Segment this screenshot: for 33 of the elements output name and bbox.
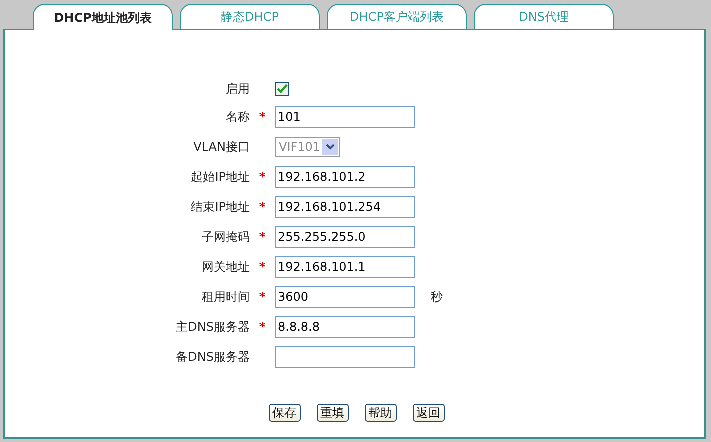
- form-button[interactable]: 保存: [268, 404, 300, 422]
- required-mark: *: [259, 169, 266, 186]
- input-field[interactable]: [275, 346, 415, 368]
- field-label: 备DNS服务器: [176, 349, 250, 366]
- field-label: 网关地址: [202, 259, 250, 276]
- unit-label: 秒: [431, 289, 443, 306]
- input-field[interactable]: 255.255.255.0: [275, 226, 415, 248]
- caret-icon: [322, 139, 338, 155]
- field-label: 起始IP地址: [191, 169, 250, 186]
- tab[interactable]: DHCP地址池列表: [33, 4, 173, 30]
- field-label: 结束IP地址: [191, 199, 250, 216]
- field-label: 启用: [226, 81, 250, 98]
- checkbox[interactable]: [275, 82, 289, 96]
- input-field[interactable]: 8.8.8.8: [275, 316, 415, 338]
- form-button[interactable]: 返回: [412, 404, 444, 422]
- required-mark: *: [259, 199, 266, 216]
- required-mark: *: [259, 319, 266, 336]
- required-mark: *: [259, 289, 266, 306]
- input-field[interactable]: 192.168.101.254: [275, 196, 415, 218]
- form-button[interactable]: 重填: [316, 404, 348, 422]
- field-label: 子网掩码: [202, 229, 250, 246]
- input-field[interactable]: 3600: [275, 286, 415, 308]
- required-mark: *: [259, 229, 266, 246]
- input-field[interactable]: 192.168.101.1: [275, 256, 415, 278]
- input-field[interactable]: 192.168.101.2: [275, 166, 415, 188]
- field-label: VLAN接口: [194, 139, 250, 156]
- field-label: 名称: [226, 109, 250, 126]
- field-label: 租用时间: [202, 289, 250, 306]
- field-label: 主DNS服务器: [176, 319, 250, 336]
- required-mark: *: [259, 259, 266, 276]
- input-field[interactable]: 101: [275, 106, 415, 128]
- form-button[interactable]: 帮助: [364, 404, 396, 422]
- required-mark: *: [259, 109, 266, 126]
